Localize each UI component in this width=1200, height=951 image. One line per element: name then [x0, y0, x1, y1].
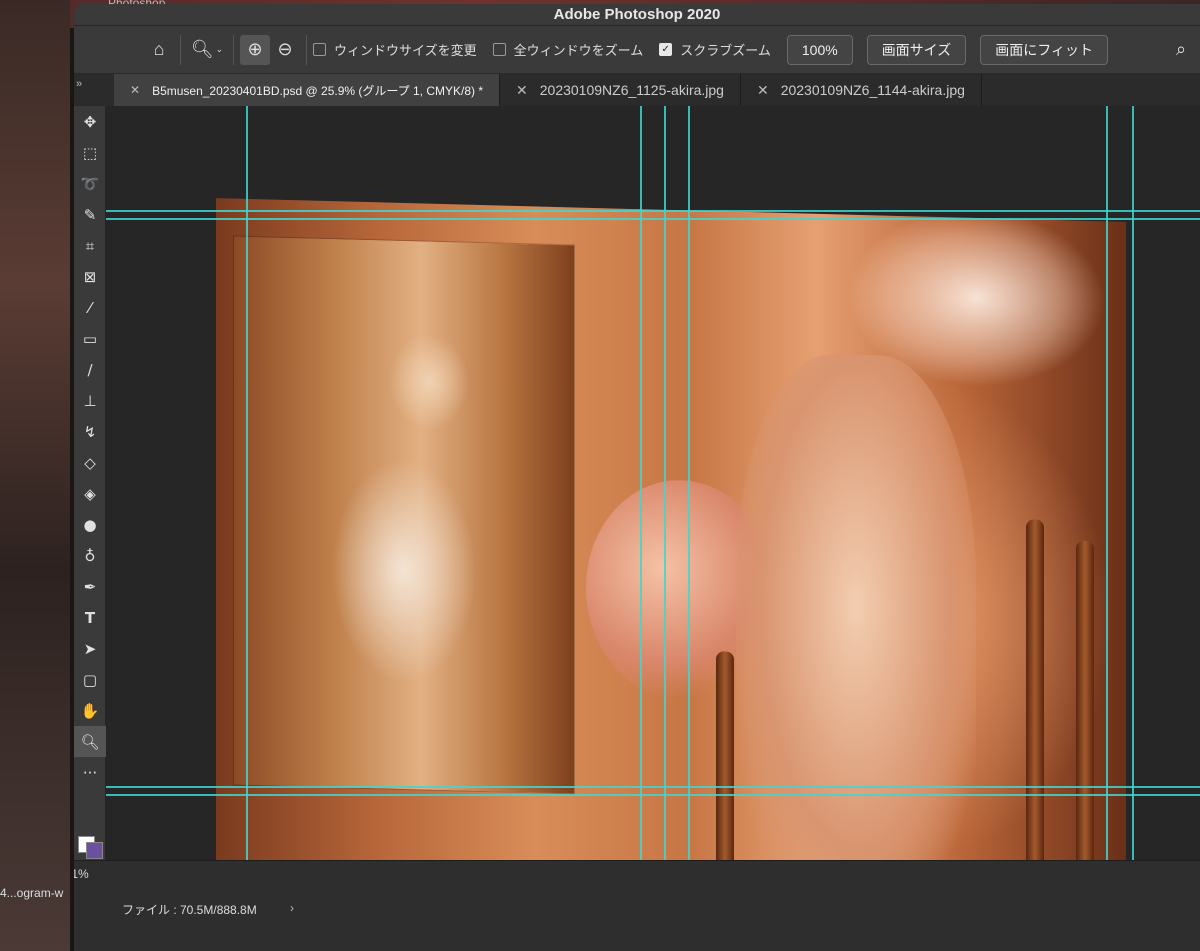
- path-select-icon[interactable]: ➤: [74, 633, 106, 664]
- type-icon[interactable]: T: [74, 602, 106, 633]
- pen-icon[interactable]: ✒: [74, 571, 106, 602]
- scrubby-zoom-label: スクラブズーム: [680, 43, 771, 58]
- zoom-all-windows-checkbox[interactable]: 全ウィンドウをズーム: [492, 40, 644, 59]
- banister-post: [1076, 540, 1094, 896]
- chevron-down-icon: ⌄: [215, 44, 224, 54]
- checkbox-box-checked[interactable]: ✓: [659, 43, 673, 56]
- resize-windows-label: ウィンドウサイズを変更: [334, 43, 477, 58]
- options-divider: [233, 34, 234, 65]
- panel-collapse-icon[interactable]: »: [74, 74, 114, 106]
- fit-screen-button[interactable]: 画面サイズ: [866, 34, 967, 65]
- zoom-in-icon[interactable]: ⊕: [240, 34, 270, 65]
- tab-document-active[interactable]: ✕ B5musen_20230401BD.psd @ 25.9% (グループ 1…: [114, 74, 501, 106]
- status-bar: 25.91% ファイル : 70.5M/888.8M ›: [74, 860, 1200, 951]
- marquee-icon[interactable]: ⬚: [74, 137, 106, 168]
- vertical-guide[interactable]: [688, 106, 690, 896]
- zoom-tool-icon[interactable]: 🔍︎ ⌄: [187, 35, 227, 65]
- resize-windows-checkbox[interactable]: ウィンドウサイズを変更: [313, 40, 477, 59]
- clone-stamp-icon[interactable]: ⊥: [74, 385, 106, 416]
- vertical-guide[interactable]: [246, 106, 248, 896]
- tools-panel: ✥ ⬚ ➰ ✎ ⌗ ⊠ ⁄ ▭ ∕ ⊥ ↯ ◇ ◈ ● ♁ ✒ T ➤ ▢ ✋ …: [74, 106, 106, 896]
- fill-screen-button[interactable]: 画面にフィット: [980, 34, 1109, 65]
- tab-label: 20230109NZ6_1125-akira.jpg: [539, 82, 724, 98]
- paint-bucket-icon[interactable]: ◈: [74, 478, 106, 509]
- desktop-bottom-label: 4...ogram-w: [0, 886, 64, 900]
- horizontal-guide[interactable]: [106, 210, 1200, 212]
- home-icon[interactable]: ⌂: [144, 35, 174, 65]
- window-title: Adobe Photoshop 2020: [553, 6, 721, 23]
- horizontal-guide[interactable]: [106, 794, 1200, 796]
- more-tools-icon[interactable]: ···: [74, 757, 106, 788]
- tab-document[interactable]: ✕ 20230109NZ6_1144-akira.jpg: [741, 74, 982, 106]
- blur-icon[interactable]: ●: [74, 509, 106, 540]
- close-icon[interactable]: ✕: [757, 82, 769, 99]
- tab-document[interactable]: ✕ 20230109NZ6_1125-akira.jpg: [500, 74, 741, 106]
- rectangle-icon[interactable]: ▢: [74, 664, 106, 695]
- vertical-guide[interactable]: [640, 106, 642, 896]
- history-brush-icon[interactable]: ↯: [74, 416, 106, 447]
- placed-photo-layer: [234, 236, 574, 794]
- background-color-swatch[interactable]: [86, 842, 103, 859]
- healing-brush-icon[interactable]: ▭: [74, 323, 106, 354]
- tab-label: 20230109NZ6_1144-akira.jpg: [780, 82, 965, 98]
- close-icon[interactable]: ✕: [516, 82, 528, 99]
- brush-icon[interactable]: ∕: [74, 354, 106, 385]
- close-icon[interactable]: ✕: [130, 83, 140, 97]
- document-tab-bar: » ✕ B5musen_20230401BD.psd @ 25.9% (グループ…: [74, 74, 1200, 106]
- search-icon[interactable]: ⌕: [1166, 35, 1196, 65]
- checkbox-box[interactable]: [313, 43, 326, 56]
- options-bar: ⌂ 🔍︎ ⌄ ⊕ ⊖ ウィンドウサイズを変更 全ウィンドウをズーム ✓ スクラブズ…: [74, 26, 1200, 74]
- dodge-icon[interactable]: ♁: [74, 540, 106, 571]
- title-bar: Adobe Photoshop 2020: [74, 4, 1200, 26]
- options-divider: [306, 34, 307, 65]
- lasso-icon[interactable]: ➰: [74, 168, 106, 199]
- hand-icon[interactable]: ✋: [74, 695, 106, 726]
- crop-icon[interactable]: ⌗: [74, 230, 106, 261]
- checkbox-box[interactable]: [492, 43, 506, 56]
- desktop-background-left: [0, 0, 70, 951]
- zoom-level-readout[interactable]: 25.91%: [74, 867, 89, 881]
- scrubby-zoom-checkbox[interactable]: ✓ スクラブズーム: [659, 40, 771, 59]
- zoom-icon[interactable]: 🔍︎: [74, 726, 106, 757]
- file-size-info: ファイル : 70.5M/888.8M: [122, 903, 257, 917]
- zoom-out-icon[interactable]: ⊖: [270, 35, 300, 65]
- vertical-guide[interactable]: [1132, 106, 1134, 896]
- vertical-guide[interactable]: [664, 106, 666, 896]
- eraser-icon[interactable]: ◇: [74, 447, 106, 478]
- horizontal-guide[interactable]: [106, 786, 1200, 788]
- horizontal-guide[interactable]: [106, 218, 1200, 220]
- vertical-guide[interactable]: [1106, 106, 1108, 896]
- quick-select-icon[interactable]: ✎: [74, 199, 106, 230]
- zoom-all-windows-label: 全ウィンドウをズーム: [513, 43, 644, 58]
- frame-icon[interactable]: ⊠: [74, 261, 106, 292]
- color-swatches[interactable]: [78, 824, 104, 859]
- eyedropper-icon[interactable]: ⁄: [74, 292, 106, 323]
- figure-area: [736, 351, 976, 896]
- chevron-right-icon[interactable]: ›: [290, 901, 294, 915]
- document-canvas[interactable]: [106, 106, 1200, 896]
- artboard-image: [216, 198, 1126, 896]
- photoshop-window: Adobe Photoshop 2020 ⌂ 🔍︎ ⌄ ⊕ ⊖ ウィンドウサイズを…: [74, 4, 1200, 951]
- zoom-100-button[interactable]: 100%: [786, 34, 853, 65]
- move-icon[interactable]: ✥: [74, 106, 106, 137]
- banister-post: [1026, 519, 1044, 896]
- tab-label: B5musen_20230401BD.psd @ 25.9% (グループ 1, …: [152, 83, 484, 98]
- options-divider: [180, 34, 181, 65]
